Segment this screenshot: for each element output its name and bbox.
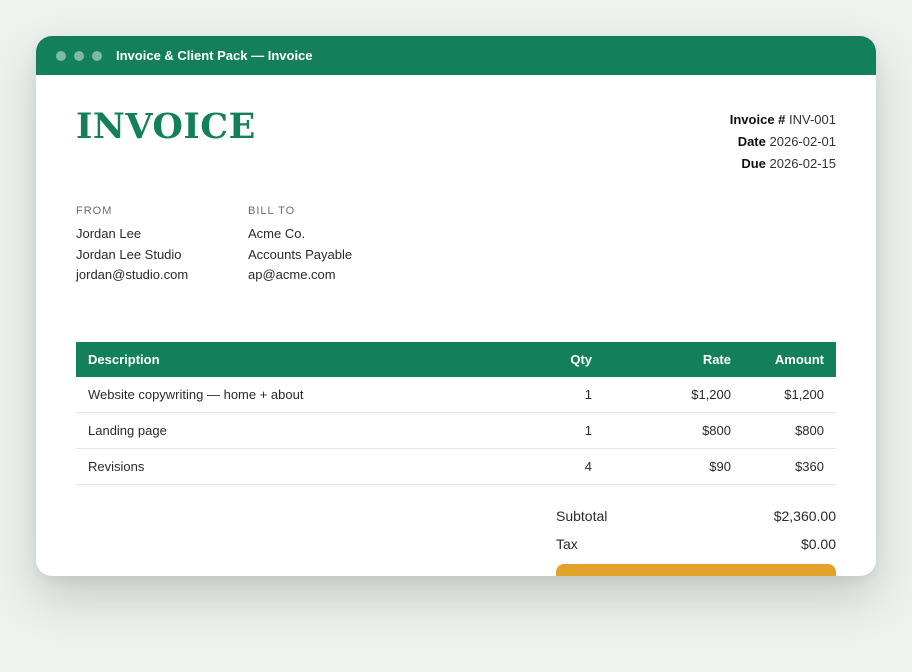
table-row: Website copywriting — home + about 1 $1,…	[76, 377, 836, 413]
bill-to-name: Acme Co.	[248, 226, 306, 241]
tax-row: Tax $0.00	[556, 530, 836, 558]
invoice-date-row: Date 2026-02-01	[730, 131, 836, 153]
bill-to-email: ap@acme.com	[248, 267, 336, 282]
bill-to-department: Accounts Payable	[248, 246, 353, 262]
row-qty: 1	[510, 377, 604, 413]
row-qty: 1	[510, 412, 604, 449]
invoice-date: 2026-02-01	[769, 134, 837, 149]
row-rate: $90	[604, 448, 743, 485]
totals-block: Subtotal $2,360.00 Tax $0.00 TOTAL $2,36…	[556, 502, 836, 576]
table-header-row: Description Qty Rate Amount	[76, 342, 836, 377]
invoice-due-label: Due	[741, 156, 766, 171]
row-description: Revisions	[76, 448, 510, 485]
header-rate: Rate	[604, 342, 743, 377]
bill-to-block: BILL TO Acme Co. Accounts Payable ap@acm…	[248, 202, 352, 286]
invoice-meta: Invoice # INV-001 Date 2026-02-01 Due 20…	[730, 109, 836, 175]
row-amount: $800	[743, 412, 836, 449]
line-items-table: Description Qty Rate Amount Website copy…	[76, 342, 836, 485]
row-rate: $1,200	[604, 377, 743, 413]
app-window: Invoice & Client Pack — Invoice INVOICE …	[36, 36, 876, 576]
row-description: Website copywriting — home + about	[76, 377, 510, 413]
invoice-document: INVOICE Invoice # INV-001 Date 2026-02-0…	[36, 75, 876, 576]
window-maximize-dot[interactable]	[92, 50, 102, 61]
total-label: TOTAL	[570, 564, 619, 576]
header-qty: Qty	[510, 342, 604, 377]
window-close-dot[interactable]	[56, 50, 66, 61]
tax-value: $0.00	[800, 536, 836, 552]
invoice-due: 2026-02-15	[769, 156, 837, 171]
from-name: Jordan Lee	[76, 226, 142, 241]
from-label: FROM	[76, 205, 113, 217]
row-amount: $360	[743, 448, 836, 485]
table-row: Revisions 4 $90 $360	[76, 448, 836, 485]
invoice-number: INV-001	[789, 112, 836, 127]
header-amount: Amount	[743, 342, 836, 377]
tax-label: Tax	[556, 536, 578, 552]
row-amount: $1,200	[743, 377, 836, 413]
window-title: Invoice & Client Pack — Invoice	[116, 48, 313, 63]
window-minimize-dot[interactable]	[74, 50, 84, 61]
row-rate: $800	[604, 412, 743, 449]
invoice-heading: INVOICE	[76, 106, 256, 147]
subtotal-label: Subtotal	[556, 508, 608, 524]
total-bar: TOTAL $2,360.00	[556, 564, 836, 576]
total-value: $2,360.00	[755, 564, 822, 576]
row-description: Landing page	[76, 412, 510, 449]
invoice-number-row: Invoice # INV-001	[730, 109, 836, 131]
invoice-due-row: Due 2026-02-15	[730, 153, 836, 175]
invoice-date-label: Date	[737, 134, 766, 149]
bill-to-label: BILL TO	[248, 205, 296, 217]
subtotal-value: $2,360.00	[773, 508, 836, 524]
invoice-number-label: Invoice #	[729, 112, 786, 127]
row-qty: 4	[510, 448, 604, 485]
from-block: FROM Jordan Lee Jordan Lee Studio jordan…	[76, 202, 188, 286]
from-company: Jordan Lee Studio	[76, 246, 182, 262]
from-email: jordan@studio.com	[76, 267, 189, 282]
title-bar: Invoice & Client Pack — Invoice	[36, 36, 876, 75]
subtotal-row: Subtotal $2,360.00	[556, 502, 836, 530]
table-row: Landing page 1 $800 $800	[76, 412, 836, 449]
header-description: Description	[76, 342, 510, 377]
